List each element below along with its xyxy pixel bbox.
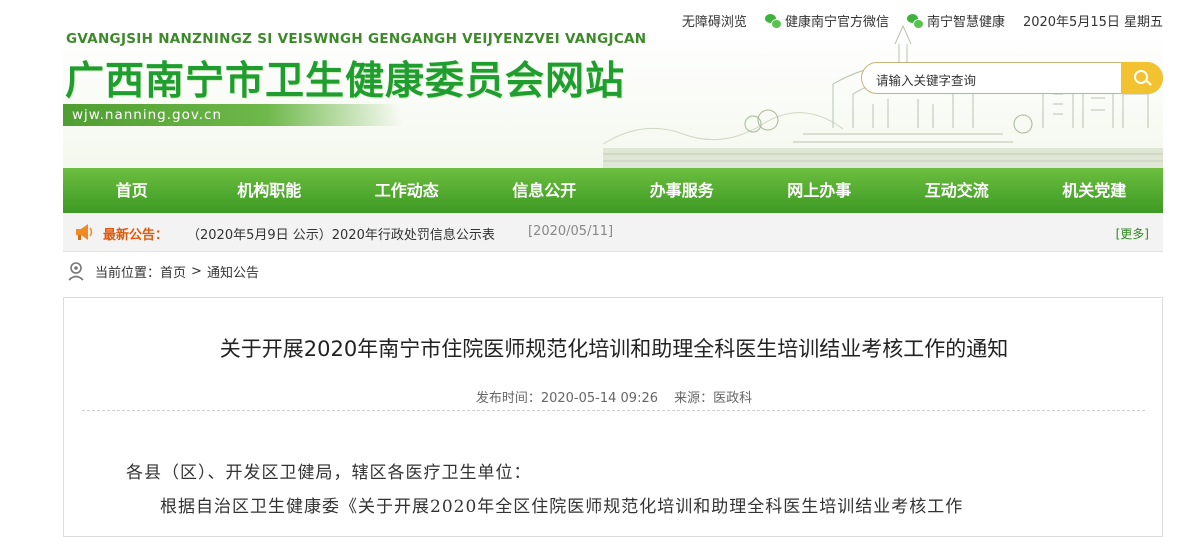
nav-item-services[interactable]: 办事服务 [613, 168, 751, 213]
article-panel: 关于开展2020年南宁市住院医师规范化培训和助理全科医生培训结业考核工作的通知 … [63, 297, 1163, 537]
nav-item-online-services[interactable]: 网上办事 [751, 168, 889, 213]
breadcrumb-prefix: 当前位置： [95, 265, 161, 281]
notice-date: [2020/05/11] [528, 224, 614, 239]
article-body: 根据自治区卫生健康委《关于开展2020年全区住院医师规范化培训和助理全科医生培训… [160, 497, 964, 517]
breadcrumb-current[interactable]: 通知公告 [207, 262, 259, 281]
search-button[interactable] [1121, 62, 1163, 94]
article-title: 关于开展2020年南宁市住院医师规范化培训和助理全科医生培训结业考核工作的通知 [219, 337, 1009, 361]
notice-link[interactable]: （2020年5月9日 公示）2020年行政处罚信息公示表 [187, 224, 495, 243]
breadcrumb-home[interactable]: 首页 [160, 262, 186, 281]
breadcrumb: 当前位置： 首页 > 通知公告 [63, 259, 259, 283]
current-date: 2020年5月15日 星期五 [1022, 15, 1163, 30]
article-salutation: 各县（区）、开发区卫健局，辖区各医疗卫生单位： [126, 463, 532, 483]
nav-item-home[interactable]: 首页 [63, 168, 201, 213]
article-source: 来源：医政科 [674, 391, 753, 406]
meta-divider [82, 410, 1145, 411]
search-box [861, 62, 1163, 94]
megaphone-icon [76, 224, 93, 240]
top-utility-bar: 无障碍浏览 健康南宁官方微信 南宁智慧健康 2020年5月15日 星期五 [63, 0, 1163, 40]
nav-item-party[interactable]: 机关党建 [1026, 168, 1164, 213]
site-title[interactable]: 广西南宁市卫生健康委员会网站 [65, 50, 625, 106]
wechat-icon [906, 14, 924, 29]
publish-time: 发布时间：2020-05-14 09:26 [475, 391, 658, 406]
breadcrumb-separator: > [191, 263, 202, 279]
notice-label: 最新公告： [103, 228, 169, 243]
notice-more-link[interactable]: [更多] [1116, 225, 1149, 242]
main-nav: 首页 机构职能 工作动态 信息公开 办事服务 网上办事 互动交流 机关党建 [63, 168, 1163, 213]
location-icon [68, 262, 84, 281]
site-domain: wjw.nanning.gov.cn [63, 104, 402, 126]
article-meta: 发布时间：2020-05-14 09:26 来源：医政科 [64, 387, 1164, 406]
wechat-official-link[interactable]: 健康南宁官方微信 [764, 11, 889, 30]
accessibility-link[interactable]: 无障碍浏览 [682, 11, 747, 30]
nav-item-info-disclosure[interactable]: 信息公开 [476, 168, 614, 213]
nav-item-work-news[interactable]: 工作动态 [338, 168, 476, 213]
city-skyline-illustration [603, 24, 1163, 168]
smart-health-link[interactable]: 南宁智慧健康 [906, 11, 1005, 30]
nav-item-organization[interactable]: 机构职能 [201, 168, 339, 213]
nav-item-interaction[interactable]: 互动交流 [888, 168, 1026, 213]
notice-bar: 最新公告： （2020年5月9日 公示）2020年行政处罚信息公示表 [2020… [63, 213, 1163, 252]
search-input[interactable] [874, 69, 1118, 91]
wechat-icon [764, 14, 782, 29]
